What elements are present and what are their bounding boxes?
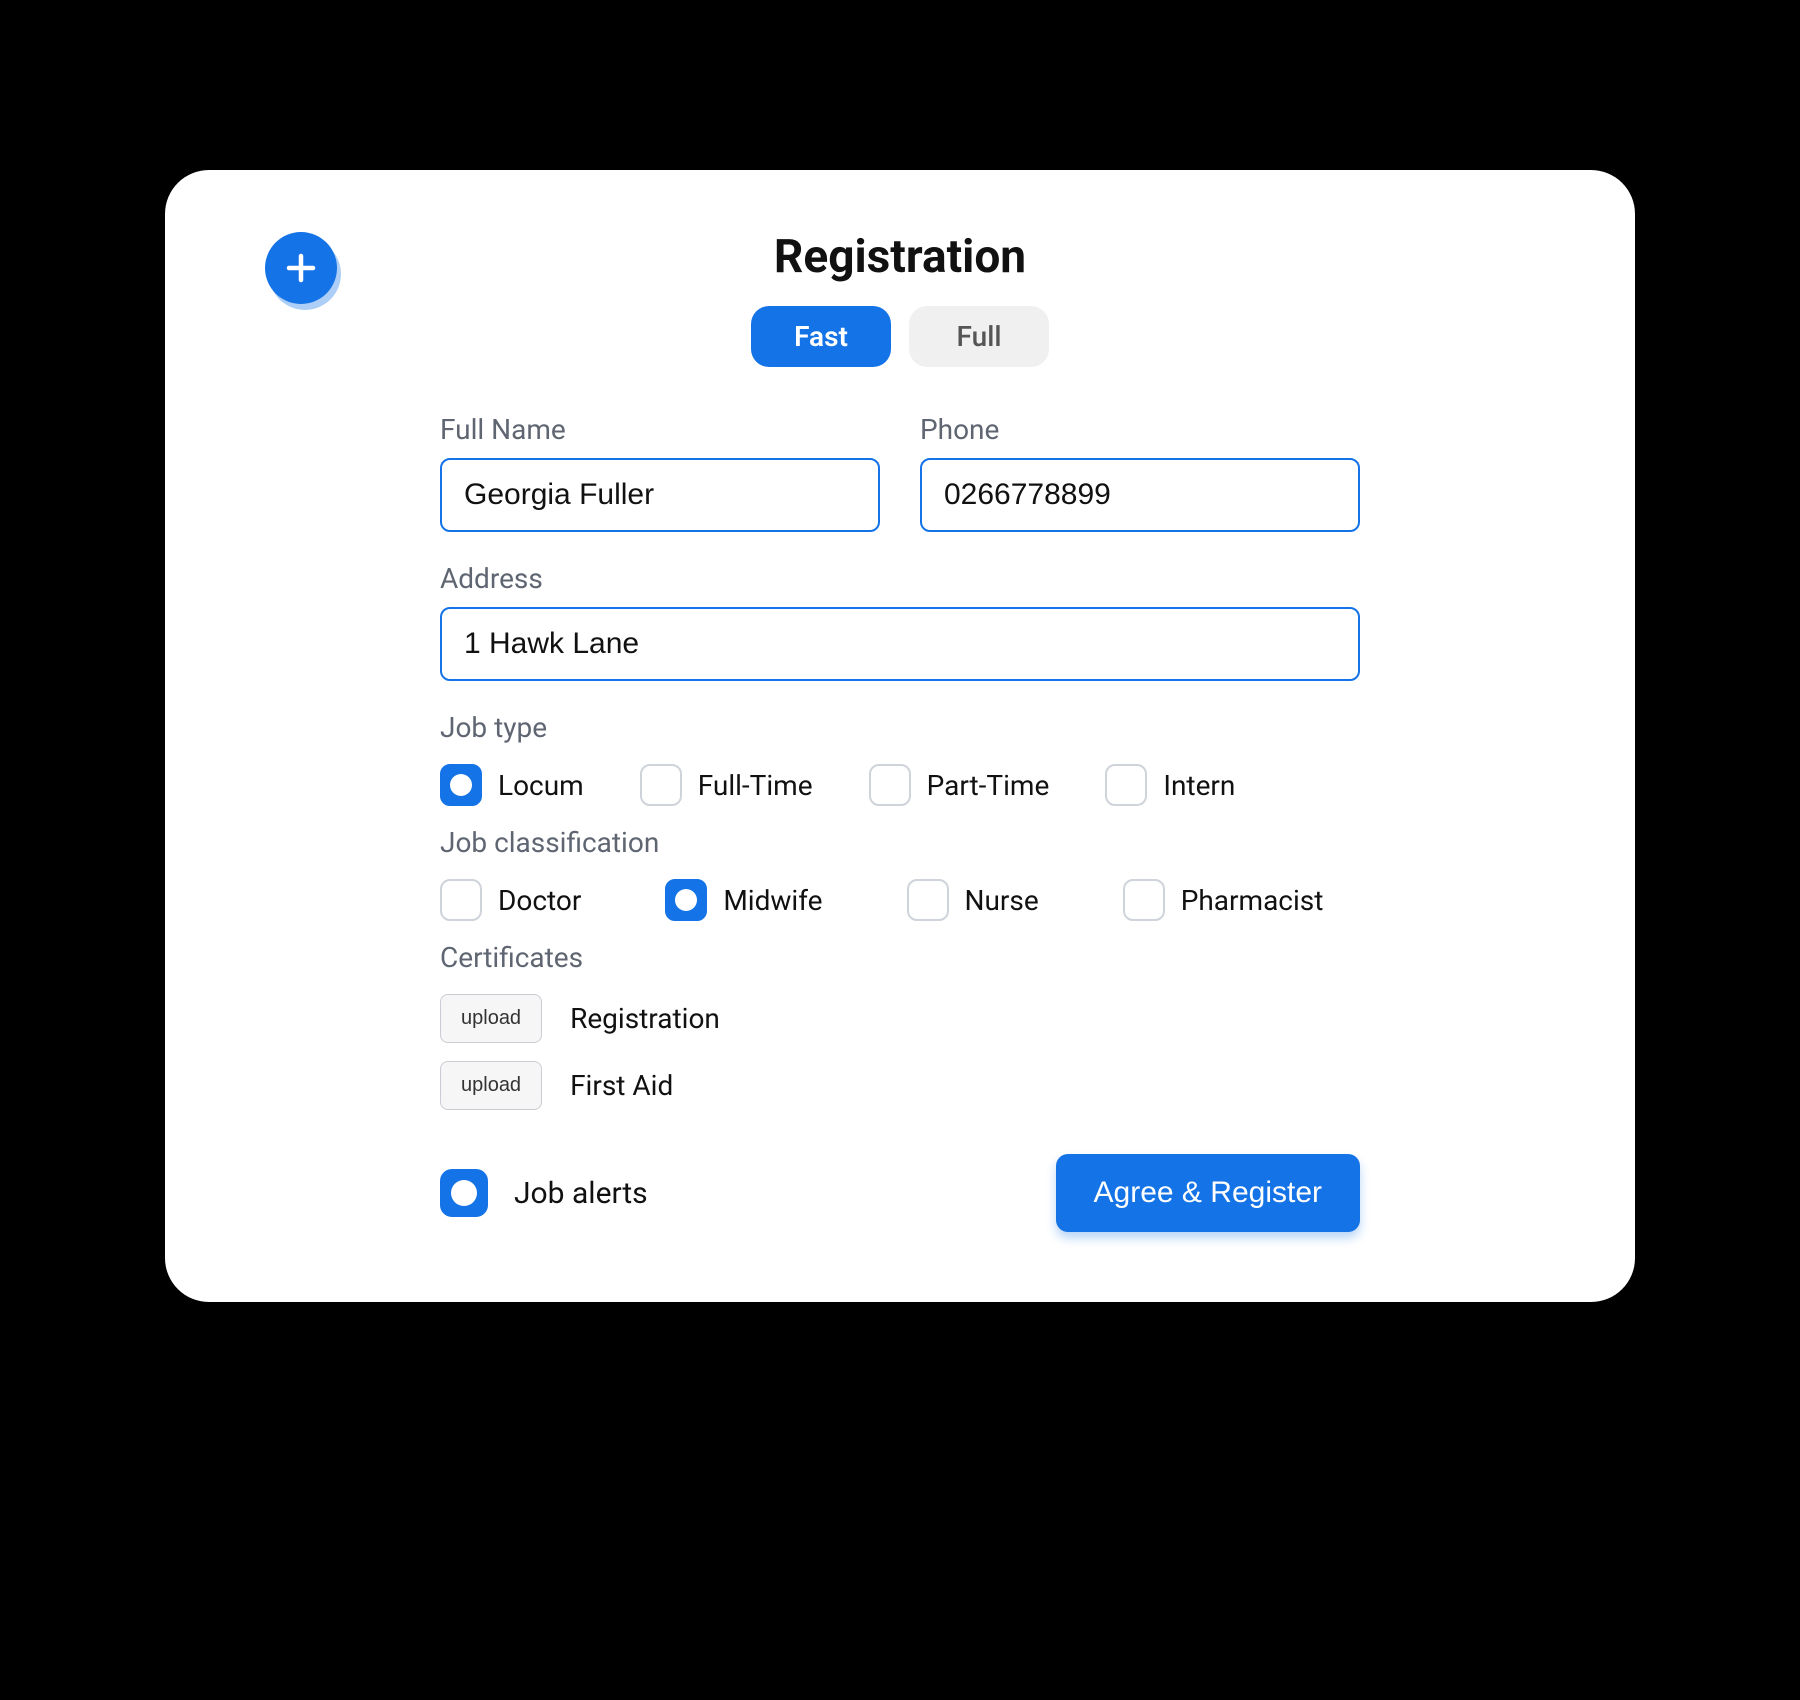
job-alerts-label: Job alerts [514,1176,648,1211]
job-type-intern-label: Intern [1163,769,1235,802]
job-type-locum-label: Locum [498,769,584,802]
tab-full[interactable]: Full [909,306,1049,367]
upload-firstaid-button[interactable]: upload [440,1061,542,1110]
job-type-parttime-label: Part-Time [927,769,1050,802]
job-class-nurse-checkbox[interactable] [907,879,949,921]
job-class-doctor-label: Doctor [498,884,581,917]
job-type-fulltime-label: Full-Time [698,769,813,802]
certificate-registration-label: Registration [570,1002,720,1035]
phone-label: Phone [920,413,1360,446]
job-class-midwife-checkbox[interactable] [665,879,707,921]
job-type-locum-checkbox[interactable] [440,764,482,806]
registration-form: Full Name Phone Address Job type Locum F… [440,413,1360,1232]
add-button[interactable] [265,232,337,304]
upload-registration-button[interactable]: upload [440,994,542,1043]
certificates-label: Certificates [440,941,1360,974]
job-class-nurse-label: Nurse [965,884,1039,917]
job-class-pharmacist-checkbox[interactable] [1123,879,1165,921]
phone-input[interactable] [920,458,1360,532]
job-type-parttime-checkbox[interactable] [869,764,911,806]
agree-register-button[interactable]: Agree & Register [1056,1154,1360,1232]
job-class-pharmacist-label: Pharmacist [1181,884,1324,917]
tab-fast[interactable]: Fast [751,306,891,367]
job-type-fulltime-checkbox[interactable] [640,764,682,806]
job-class-midwife-label: Midwife [723,884,822,917]
address-input[interactable] [440,607,1360,681]
job-alerts-checkbox[interactable] [440,1169,488,1217]
address-label: Address [440,562,1360,595]
registration-mode-tabs: Fast Full [245,306,1555,367]
job-classification-label: Job classification [440,826,1360,859]
page-title: Registration [245,230,1555,284]
full-name-label: Full Name [440,413,880,446]
certificate-firstaid-label: First Aid [570,1069,673,1102]
registration-card: Registration Fast Full Full Name Phone A… [165,170,1635,1302]
full-name-input[interactable] [440,458,880,532]
job-type-intern-checkbox[interactable] [1105,764,1147,806]
job-type-label: Job type [440,711,1360,744]
job-class-doctor-checkbox[interactable] [440,879,482,921]
plus-icon [283,250,319,286]
